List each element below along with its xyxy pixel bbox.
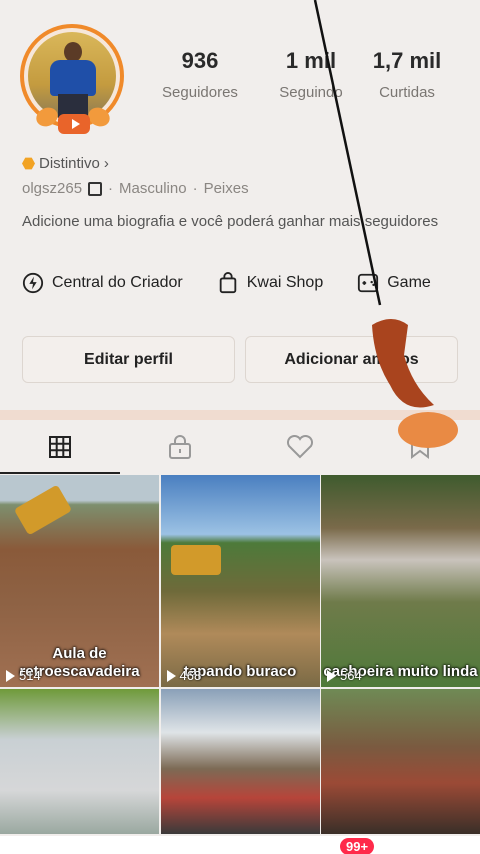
bookmark-icon xyxy=(411,436,429,459)
add-friends-button[interactable]: Adicionar amigos xyxy=(245,336,458,383)
avatar[interactable] xyxy=(18,22,128,134)
zodiac-sign: Peixes xyxy=(203,180,249,197)
notification-badge: 99+ xyxy=(340,838,375,854)
creator-center-shortcut[interactable]: Central do Criador xyxy=(22,272,183,294)
play-icon xyxy=(327,669,336,682)
video-thumbnail[interactable]: cachoeira muito linda 564 xyxy=(321,475,480,687)
likes-label: Curtidas xyxy=(379,84,435,101)
avatar-photo xyxy=(28,32,116,120)
heart-icon xyxy=(286,435,314,459)
kwai-shop-shortcut[interactable]: Kwai Shop xyxy=(217,272,324,294)
shortcut-label: Game xyxy=(387,274,431,291)
stat-following[interactable]: 1 mil Seguindo xyxy=(256,48,366,101)
video-thumbnail[interactable] xyxy=(321,689,480,834)
followers-count: 936 xyxy=(181,48,219,73)
shortcut-label: Kwai Shop xyxy=(246,274,324,291)
view-count: 564 xyxy=(327,668,362,683)
play-icon xyxy=(6,669,15,682)
hexagon-badge-icon xyxy=(22,157,35,170)
video-thumbnail[interactable] xyxy=(0,689,159,834)
username: olgsz265 xyxy=(22,180,83,197)
video-thumbnail[interactable]: Aula de retroescavadeira 514 xyxy=(0,475,159,687)
profile-meta: olgsz265 · Masculino · Peixes xyxy=(22,180,249,197)
bio-prompt[interactable]: Adicione uma biografia e você poderá gan… xyxy=(22,212,442,232)
edit-profile-button[interactable]: Editar perfil xyxy=(22,336,235,383)
video-grid: Aula de retroescavadeira 514 tapando bur… xyxy=(0,475,480,834)
profile-tabs xyxy=(0,420,480,474)
gender: Masculino xyxy=(119,180,187,197)
shortcut-label: Central do Criador xyxy=(52,274,183,291)
play-icon xyxy=(166,669,176,682)
section-divider xyxy=(0,410,480,420)
game-shortcut[interactable]: Game xyxy=(357,272,431,294)
chevron-right-icon: › xyxy=(103,155,109,172)
badge-label: Distintivo xyxy=(39,155,100,172)
tab-saved[interactable] xyxy=(360,420,480,474)
stat-likes[interactable]: 1,7 mil Curtidas xyxy=(352,48,462,101)
shopping-bag-icon xyxy=(219,272,236,294)
likes-count: 1,7 mil xyxy=(372,48,442,73)
shortcut-row: Central do Criador Kwai Shop Game xyxy=(22,272,431,294)
backhoe-shape xyxy=(170,545,221,575)
view-count: 468 xyxy=(166,668,201,683)
following-label: Seguindo xyxy=(279,84,343,101)
live-badge-icon xyxy=(58,114,90,134)
edit-icon[interactable] xyxy=(88,181,103,196)
following-count: 1 mil xyxy=(285,48,337,73)
lock-icon xyxy=(169,435,191,459)
badge-link[interactable]: Distintivo › xyxy=(22,155,109,172)
followers-label: Seguidores xyxy=(162,84,238,101)
separator-dot: · xyxy=(192,180,198,197)
lightning-circle-icon xyxy=(22,272,44,294)
excavator-shape xyxy=(13,484,73,536)
bottom-nav xyxy=(0,836,480,854)
tab-videos[interactable] xyxy=(0,420,120,474)
separator-dot: · xyxy=(108,180,114,197)
tab-private[interactable] xyxy=(120,420,240,474)
view-count: 514 xyxy=(6,668,41,683)
gamepad-icon xyxy=(358,273,379,293)
video-thumbnail[interactable] xyxy=(160,689,320,834)
grid-icon xyxy=(49,436,71,458)
tab-liked[interactable] xyxy=(240,420,360,474)
video-thumbnail[interactable]: tapando buraco 468 xyxy=(160,475,320,687)
stat-followers[interactable]: 936 Seguidores xyxy=(145,48,255,101)
